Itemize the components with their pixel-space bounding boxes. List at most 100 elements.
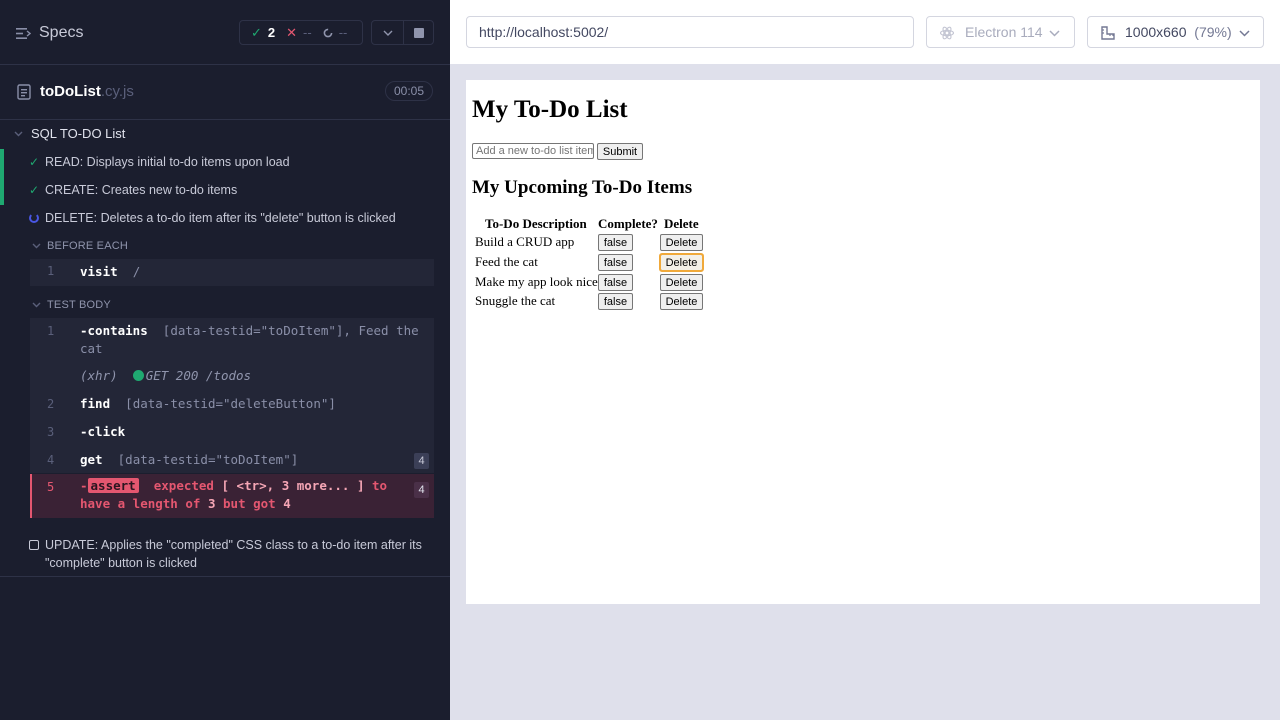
command-contains[interactable]: 1 -contains [data-testid="toDoItem"], Fe… bbox=[30, 318, 434, 362]
chevron-down-icon bbox=[383, 30, 392, 36]
test-read[interactable]: ✓ READ: Displays initial to-do items upo… bbox=[0, 149, 450, 177]
test-label: DELETE: Deletes a to-do item after its "… bbox=[45, 211, 396, 225]
before-each-commands: 1 visit / bbox=[30, 259, 434, 286]
chevron-down-icon bbox=[1239, 30, 1250, 37]
command-number: 3 bbox=[47, 425, 55, 439]
spec-file-header: toDoList.cy.js 00:05 bbox=[0, 65, 450, 120]
pending-icon bbox=[323, 28, 333, 37]
assert-tag: assert bbox=[87, 478, 139, 493]
failed-count: -- bbox=[303, 25, 312, 40]
pass-indicator bbox=[0, 177, 4, 205]
browser-label: Electron 114 bbox=[965, 24, 1043, 40]
browser-selector[interactable]: Electron 114 bbox=[926, 16, 1075, 48]
command-name: visit bbox=[80, 264, 118, 279]
chevron-down-icon bbox=[14, 131, 23, 136]
element-count-badge: 4 bbox=[414, 453, 429, 469]
x-icon: ✕ bbox=[286, 24, 298, 40]
todo-description: Make my app look nice bbox=[475, 274, 598, 289]
command-name: -contains bbox=[80, 323, 148, 338]
delete-button[interactable]: Delete bbox=[660, 234, 703, 251]
run-duration: 00:05 bbox=[385, 81, 433, 101]
command-find[interactable]: 2 find [data-testid="deleteButton"] bbox=[30, 392, 434, 418]
command-number: 1 bbox=[47, 324, 55, 338]
file-base-name: toDoList bbox=[40, 83, 101, 100]
specs-button[interactable]: Specs bbox=[16, 22, 83, 44]
new-todo-input[interactable] bbox=[472, 143, 594, 159]
command-get[interactable]: 4 get [data-testid="toDoItem"] 4 bbox=[30, 448, 434, 474]
specs-list-icon bbox=[16, 27, 31, 39]
stop-icon bbox=[413, 27, 424, 38]
chevron-down-icon bbox=[32, 243, 41, 249]
xhr-tag: (xhr) bbox=[80, 368, 118, 383]
complete-button[interactable]: false bbox=[598, 234, 633, 251]
file-extension: .cy.js bbox=[100, 83, 134, 100]
test-stats: ✓ 2 ✕ -- -- bbox=[239, 20, 363, 45]
pass-indicator bbox=[0, 149, 4, 177]
todo-description: Build a CRUD app bbox=[475, 234, 575, 249]
expand-button[interactable] bbox=[371, 20, 404, 45]
command-xhr[interactable]: (xhr) GET 200 /todos bbox=[30, 364, 434, 390]
test-label: CREATE: Creates new to-do items bbox=[45, 183, 238, 197]
command-message: [data-testid="toDoItem"], Feed the bbox=[162, 323, 419, 338]
xhr-message: GET 200 /todos bbox=[145, 368, 252, 383]
delete-button[interactable]: Delete bbox=[660, 293, 703, 310]
todo-description: Feed the cat bbox=[475, 254, 538, 269]
viewport-selector[interactable]: 1000x660 (79%) bbox=[1087, 16, 1264, 48]
ruler-icon bbox=[1101, 26, 1115, 40]
passed-stat: ✓ 2 bbox=[240, 25, 275, 41]
complete-button[interactable]: false bbox=[598, 293, 633, 310]
command-name: get bbox=[80, 452, 103, 467]
element-count-badge: 4 bbox=[414, 482, 429, 498]
command-dash: - bbox=[80, 478, 88, 493]
command-name: find bbox=[80, 396, 111, 411]
check-icon: ✓ bbox=[251, 24, 262, 40]
chevron-down-icon bbox=[32, 302, 41, 308]
assert-text: but got bbox=[223, 496, 276, 511]
test-body-commands: 1 -contains [data-testid="toDoItem"], Fe… bbox=[30, 318, 434, 473]
reporter-header: Specs ✓ 2 ✕ -- -- bbox=[0, 0, 450, 65]
command-log-panel: Specs ✓ 2 ✕ -- -- toDoList.cy.js 00:05 S… bbox=[0, 0, 450, 720]
test-delete[interactable]: DELETE: Deletes a to-do item after its "… bbox=[0, 205, 450, 233]
test-update[interactable]: UPDATE: Applies the "completed" CSS clas… bbox=[0, 534, 450, 577]
status-dot-icon bbox=[132, 370, 144, 381]
complete-button[interactable]: false bbox=[598, 274, 633, 291]
command-message: / bbox=[132, 264, 141, 279]
test-create[interactable]: ✓ CREATE: Creates new to-do items bbox=[0, 177, 450, 205]
complete-button[interactable]: false bbox=[598, 254, 633, 271]
aut-toolbar: http://localhost:5002/ Electron 114 1000… bbox=[450, 0, 1280, 64]
assert-text: have a length of bbox=[80, 496, 201, 511]
command-number: 2 bbox=[47, 397, 55, 411]
before-each-hook[interactable]: BEFORE EACH bbox=[32, 240, 128, 252]
viewport-scale: (79%) bbox=[1194, 24, 1232, 40]
running-spinner-icon bbox=[29, 213, 40, 224]
assert-subject: [ <tr>, 3 more... ] bbox=[221, 478, 365, 493]
spec-file-name[interactable]: toDoList.cy.js bbox=[40, 83, 134, 100]
test-body-hook[interactable]: TEST BODY bbox=[32, 299, 111, 311]
delete-button-focused[interactable]: Delete bbox=[659, 253, 704, 272]
pending-checkbox-icon bbox=[29, 540, 39, 550]
failed-stat: ✕ -- bbox=[275, 25, 312, 41]
command-name: -click bbox=[80, 424, 126, 439]
command-number: 1 bbox=[47, 264, 55, 278]
document-icon bbox=[17, 84, 31, 100]
assert-expected: 3 bbox=[207, 496, 216, 511]
column-header-description: To-Do Description bbox=[485, 216, 587, 231]
stop-button[interactable] bbox=[403, 20, 434, 45]
column-header-complete: Complete? bbox=[598, 216, 658, 231]
command-visit[interactable]: 1 visit / bbox=[30, 259, 434, 286]
command-message: [data-testid="toDoItem"] bbox=[117, 452, 299, 467]
app-iframe: My To-Do List Submit My Upcoming To-Do I… bbox=[466, 80, 1260, 604]
suite-title[interactable]: SQL TO-DO List bbox=[14, 126, 125, 141]
column-header-delete: Delete bbox=[664, 216, 699, 231]
submit-button[interactable]: Submit bbox=[597, 143, 643, 160]
hook-label: TEST BODY bbox=[47, 299, 111, 311]
command-assert-failed[interactable]: 5 - assert expected [ <tr>, 3 more... ] t… bbox=[30, 474, 434, 518]
command-number: 5 bbox=[47, 480, 55, 494]
url-bar[interactable]: http://localhost:5002/ bbox=[466, 16, 914, 48]
app-under-test-panel: http://localhost:5002/ Electron 114 1000… bbox=[450, 0, 1280, 720]
check-icon: ✓ bbox=[29, 155, 40, 169]
pending-count: -- bbox=[338, 25, 348, 40]
page-title: My To-Do List bbox=[472, 96, 628, 123]
delete-button[interactable]: Delete bbox=[660, 274, 703, 291]
command-click[interactable]: 3 -click bbox=[30, 420, 434, 446]
